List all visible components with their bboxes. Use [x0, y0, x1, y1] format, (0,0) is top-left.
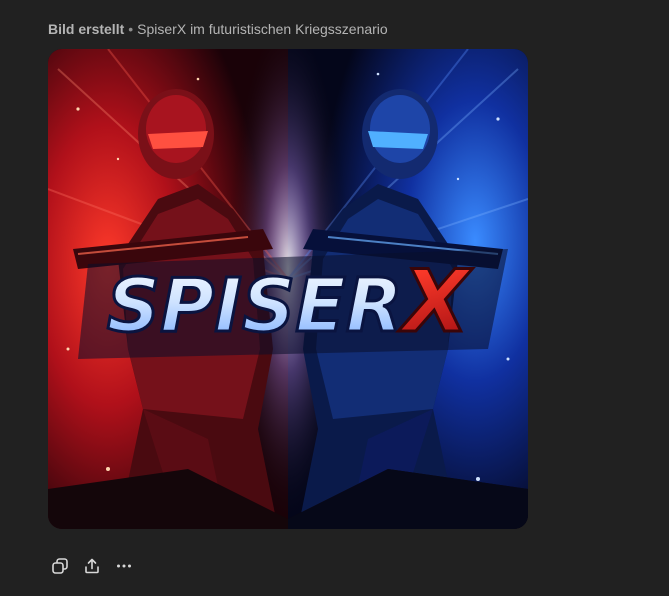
more-options-button[interactable]	[108, 552, 140, 580]
image-caption: Bild erstellt • SpiserX im futuristischen …	[48, 19, 388, 39]
caption-status: Bild erstellt	[48, 21, 125, 37]
copy-icon	[52, 558, 68, 574]
caption-title: SpiserX im futuristischen Kriegsszenario	[137, 21, 388, 37]
generated-image[interactable]: SPISERX	[48, 49, 528, 529]
share-button[interactable]	[76, 552, 108, 580]
copy-button[interactable]	[44, 552, 76, 580]
spiserx-artwork: SPISERX	[48, 49, 528, 529]
share-icon	[85, 558, 99, 574]
chat-message: Bild erstellt • SpiserX im futuristischen …	[0, 0, 669, 596]
more-icon	[117, 564, 131, 568]
logo-text: SPISERX	[107, 252, 473, 352]
image-actions-toolbar	[44, 552, 140, 580]
caption-separator: •	[128, 21, 134, 37]
